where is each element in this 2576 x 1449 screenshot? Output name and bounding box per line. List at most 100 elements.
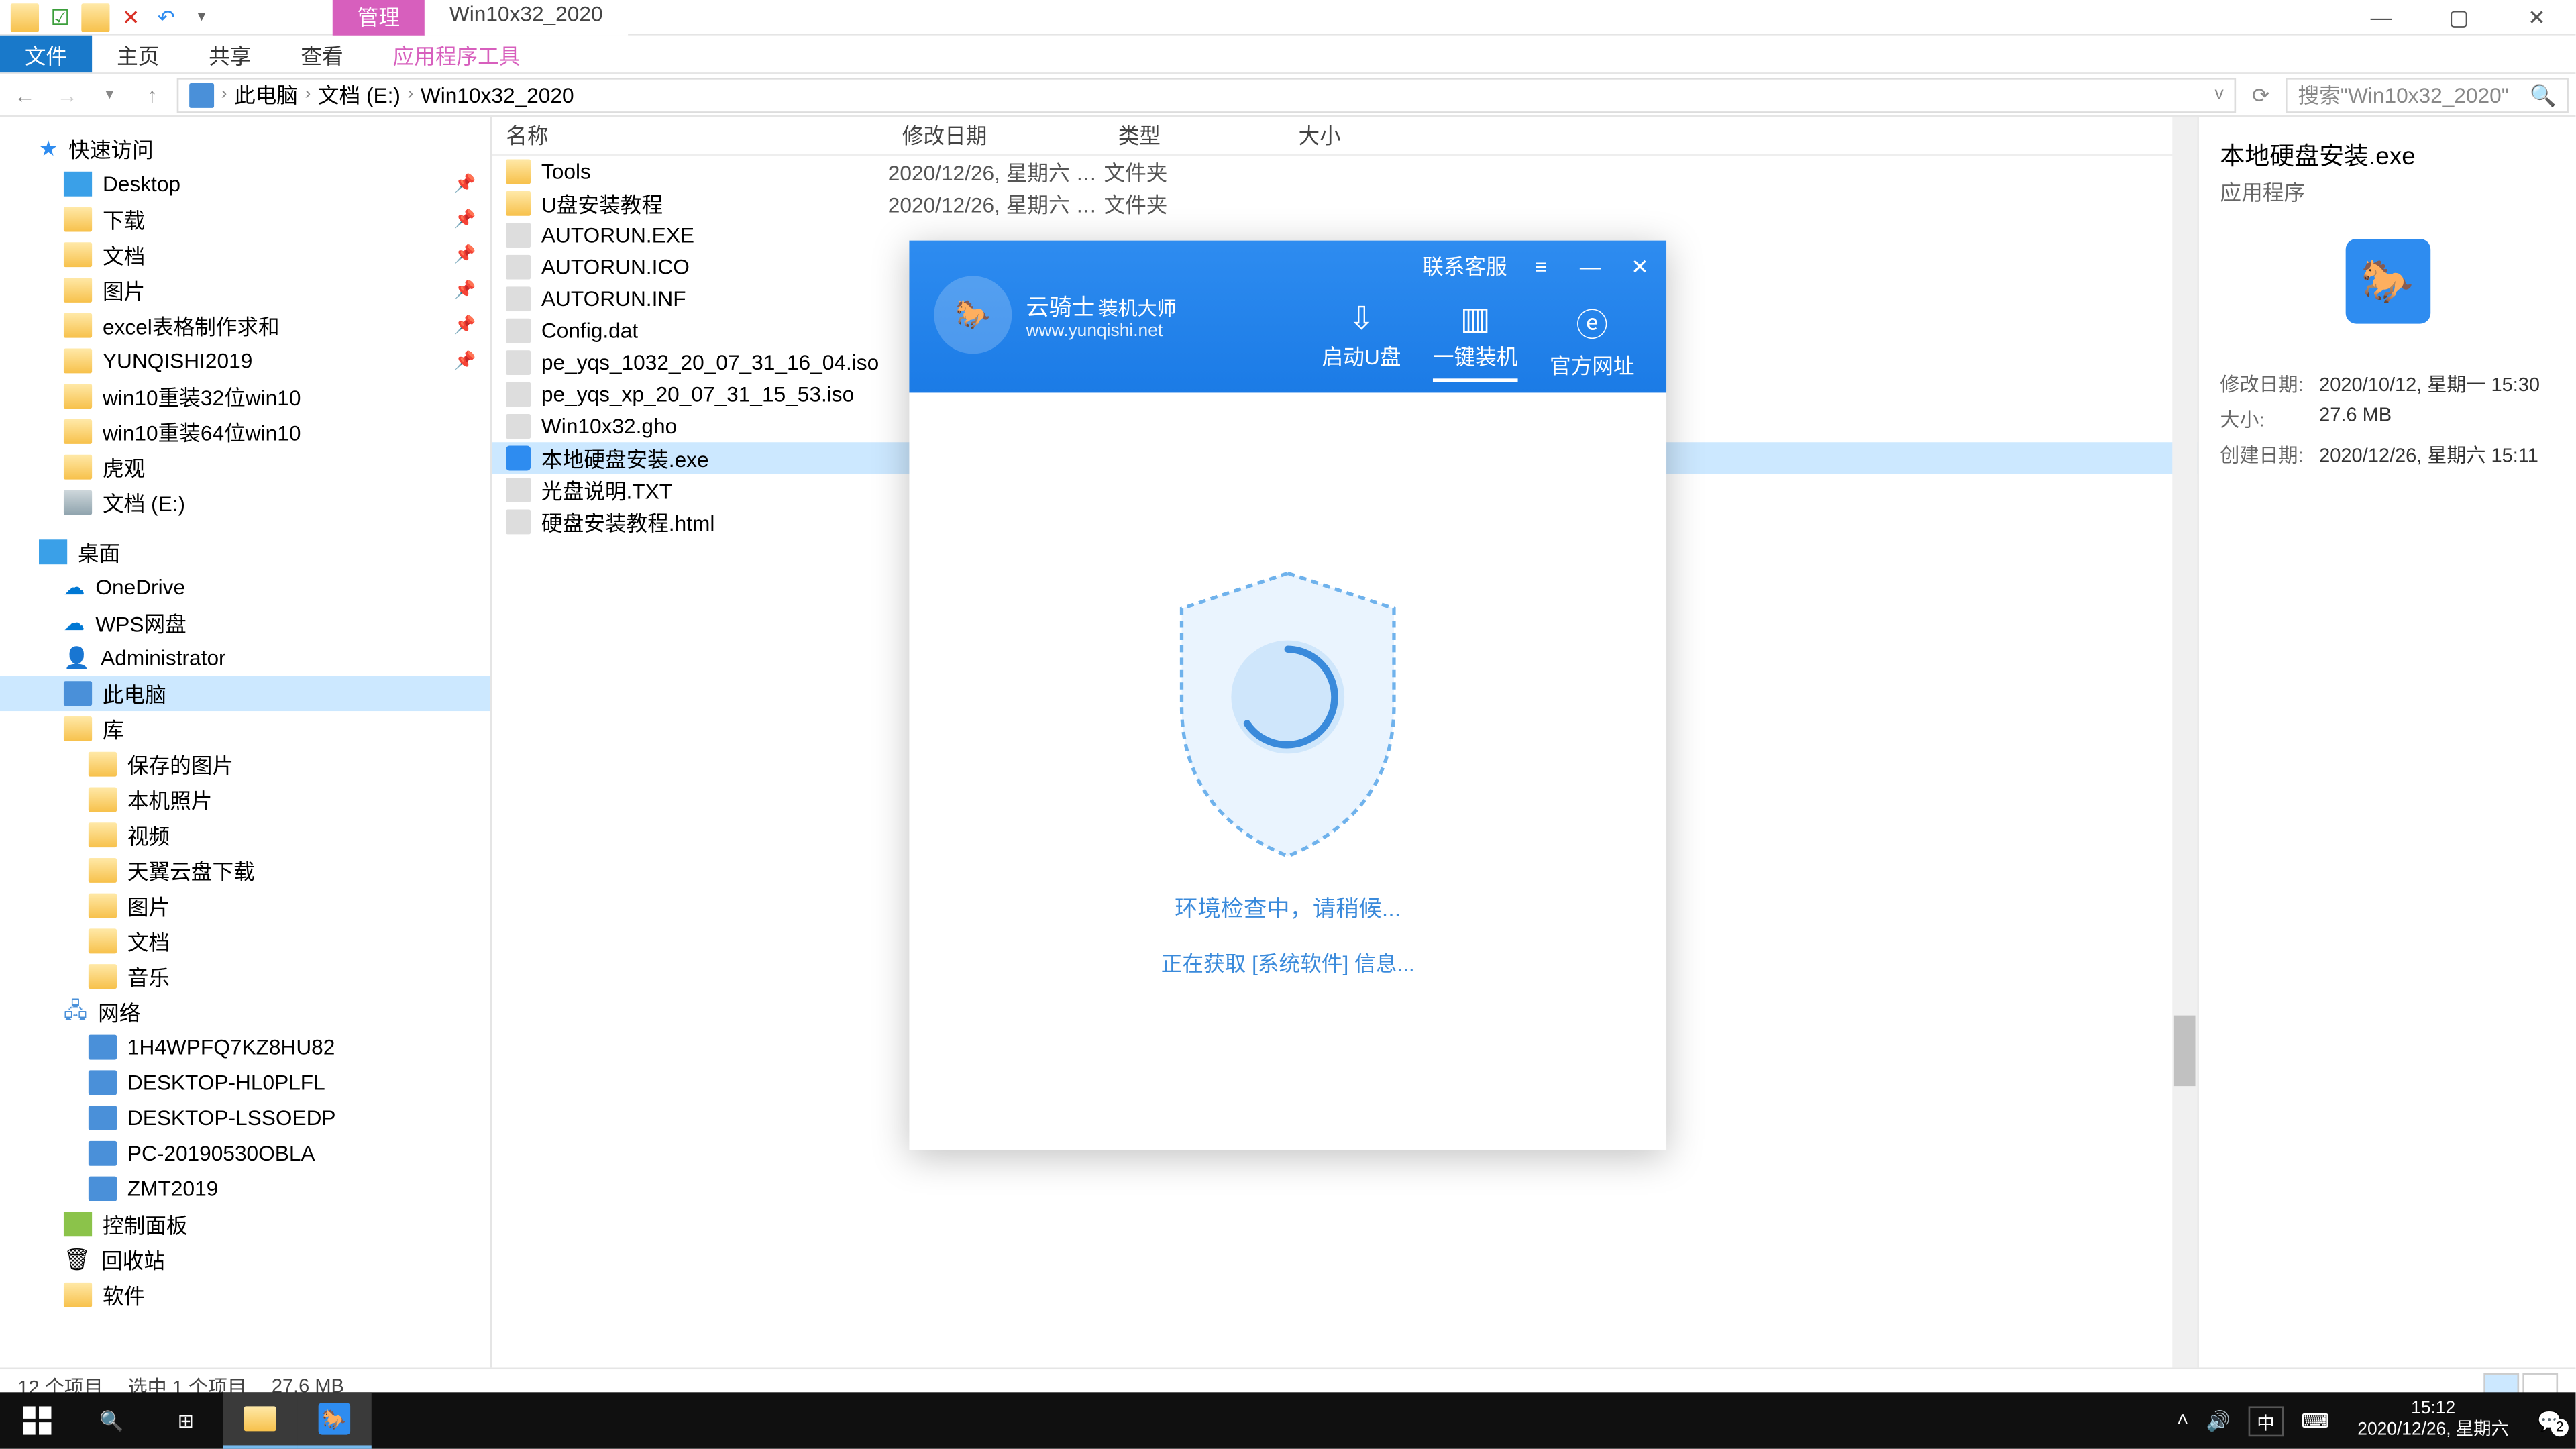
tray-keyboard-icon[interactable]: ⌨ xyxy=(2301,1409,2329,1432)
scrollbar-vertical[interactable] xyxy=(2172,117,2197,1367)
popup-contact-link[interactable]: 联系客服 xyxy=(1422,251,1507,281)
tray-clock[interactable]: 15:12 2020/12/26, 星期六 xyxy=(2347,1399,2519,1442)
window-controls: — ▢ ✕ xyxy=(2342,0,2575,34)
nav-library[interactable]: 库 xyxy=(0,711,490,747)
prop-key: 创建日期: xyxy=(2220,441,2319,469)
nav-quick-access[interactable]: ★快速访问 xyxy=(0,131,490,166)
manage-tab[interactable]: 管理 xyxy=(333,0,425,36)
popup-tab-usb[interactable]: ⇩启动U盘 xyxy=(1322,301,1401,382)
nav-huguan[interactable]: 虎观 xyxy=(0,449,490,485)
pin-icon: 📌 xyxy=(454,351,476,370)
file-type: 文件夹 xyxy=(1104,189,1284,219)
nav-desktop[interactable]: Desktop📌 xyxy=(0,166,490,202)
nav-wps[interactable]: ☁WPS网盘 xyxy=(0,605,490,641)
nav-this-pc[interactable]: 此电脑 xyxy=(0,676,490,711)
search-input[interactable]: 搜索"Win10x32_2020" 🔍 xyxy=(2286,77,2569,113)
details-pane: 本地硬盘安装.exe 应用程序 🐎 修改日期:2020/10/12, 星期一 1… xyxy=(2197,117,2575,1367)
nav-docs[interactable]: 文档 xyxy=(0,924,490,959)
nav-pics[interactable]: 图片 xyxy=(0,888,490,924)
pin-icon: 📌 xyxy=(454,174,476,194)
search-icon[interactable]: 🔍 xyxy=(2530,83,2556,107)
qat-folder-icon[interactable] xyxy=(81,3,109,31)
nav-onedrive[interactable]: ☁OneDrive xyxy=(0,570,490,605)
tray-chevron-icon[interactable]: ˄ xyxy=(2177,1410,2188,1432)
qat-undo-icon[interactable]: ↶ xyxy=(152,3,180,31)
breadcrumb-drive[interactable]: 文档 (E:) xyxy=(318,80,400,110)
qat-delete-icon[interactable]: ✕ xyxy=(117,3,145,31)
refresh-button[interactable]: ⟳ xyxy=(2243,83,2279,107)
taskview-button[interactable]: ⊞ xyxy=(149,1392,223,1448)
chevron-right-icon[interactable]: › xyxy=(305,85,311,105)
nav-desktop2[interactable]: 桌面 xyxy=(0,534,490,570)
nav-net-1[interactable]: 1H4WPFQ7KZ8HU82 xyxy=(0,1030,490,1065)
close-button[interactable]: ✕ xyxy=(2498,0,2575,34)
nav-pictures[interactable]: 图片📌 xyxy=(0,272,490,308)
nav-admin[interactable]: 👤Administrator xyxy=(0,641,490,676)
file-row[interactable]: U盘安装教程2020/12/26, 星期六 1...文件夹 xyxy=(492,188,2197,219)
nav-recent[interactable]: ▾ xyxy=(92,85,127,105)
taskbar-explorer[interactable] xyxy=(223,1392,297,1448)
nav-control-panel[interactable]: 控制面板 xyxy=(0,1206,490,1242)
breadcrumb-folder[interactable]: Win10x32_2020 xyxy=(421,83,574,107)
nav-downloads[interactable]: 下载📌 xyxy=(0,202,490,237)
ribbon-file[interactable]: 文件 xyxy=(0,36,92,72)
nav-net-3[interactable]: DESKTOP-LSSOEDP xyxy=(0,1100,490,1136)
breadcrumb-root[interactable]: 此电脑 xyxy=(234,80,298,110)
taskbar-installer[interactable]: 🐎 xyxy=(297,1392,372,1448)
nav-software[interactable]: 软件 xyxy=(0,1277,490,1313)
nav-tianyi[interactable]: 天翼云盘下载 xyxy=(0,853,490,888)
file-icon xyxy=(506,478,531,502)
popup-minimize-button[interactable]: — xyxy=(1574,254,1606,278)
nav-documents[interactable]: 文档📌 xyxy=(0,237,490,272)
breadcrumb-dropdown[interactable]: v xyxy=(2215,85,2224,105)
nav-local-pics[interactable]: 本机照片 xyxy=(0,782,490,818)
col-size[interactable]: 大小 xyxy=(1284,120,1426,150)
nav-excel[interactable]: excel表格制作求和📌 xyxy=(0,308,490,343)
nav-net-2[interactable]: DESKTOP-HL0PLFL xyxy=(0,1065,490,1100)
qat-checkbox-icon[interactable]: ☑ xyxy=(46,3,74,31)
nav-drive-e[interactable]: 文档 (E:) xyxy=(0,485,490,521)
ribbon-view[interactable]: 查看 xyxy=(276,36,368,72)
nav-music[interactable]: 音乐 xyxy=(0,959,490,994)
nav-back[interactable]: ← xyxy=(7,83,43,107)
nav-win10-64[interactable]: win10重装64位win10 xyxy=(0,414,490,449)
file-row[interactable]: Tools2020/12/26, 星期六 1...文件夹 xyxy=(492,156,2197,187)
scrollbar-thumb[interactable] xyxy=(2174,1016,2196,1086)
popup-tab-install[interactable]: ▥一键装机 xyxy=(1433,301,1518,382)
details-title: 本地硬盘安装.exe xyxy=(2220,138,2554,174)
col-name[interactable]: 名称 xyxy=(492,120,888,150)
chevron-right-icon[interactable]: › xyxy=(407,85,413,105)
nav-up[interactable]: ↑ xyxy=(134,83,170,107)
nav-video[interactable]: 视频 xyxy=(0,817,490,853)
col-type[interactable]: 类型 xyxy=(1104,120,1284,150)
minimize-button[interactable]: — xyxy=(2342,0,2420,34)
taskbar-search-button[interactable]: 🔍 xyxy=(74,1392,149,1448)
popup-menu-icon[interactable]: ≡ xyxy=(1525,254,1556,278)
tray-volume-icon[interactable]: 🔊 xyxy=(2206,1409,2231,1432)
maximize-button[interactable]: ▢ xyxy=(2420,0,2498,34)
shield-icon xyxy=(1155,564,1421,865)
tray-ime[interactable]: 中 xyxy=(2248,1405,2284,1436)
nav-net-5[interactable]: ZMT2019 xyxy=(0,1171,490,1207)
popup-tab-website[interactable]: ⓔ官方网址 xyxy=(1550,301,1635,382)
nav-network[interactable]: 🖧网络 xyxy=(0,994,490,1030)
ribbon-share[interactable]: 共享 xyxy=(184,36,276,72)
qat-dropdown-icon[interactable]: ▾ xyxy=(188,3,216,31)
nav-recycle[interactable]: 🗑回收站 xyxy=(0,1242,490,1277)
nav-saved-pics[interactable]: 保存的图片 xyxy=(0,747,490,782)
popup-logo-icon: 🐎 xyxy=(934,276,1012,354)
installer-popup: 联系客服 ≡ — ✕ 🐎 云骑士装机大师 www.yunqishi.net ⇩启… xyxy=(909,241,1666,1150)
nav-win10-32[interactable]: win10重装32位win10 xyxy=(0,378,490,414)
nav-forward[interactable]: → xyxy=(50,83,85,107)
nav-net-4[interactable]: PC-20190530OBLA xyxy=(0,1136,490,1171)
start-button[interactable] xyxy=(0,1392,74,1448)
file-name: Win10x32.gho xyxy=(541,414,677,439)
nav-yunqishi[interactable]: YUNQISHI2019📌 xyxy=(0,343,490,379)
col-date[interactable]: 修改日期 xyxy=(888,120,1104,150)
chevron-right-icon[interactable]: › xyxy=(221,85,227,105)
ribbon-app-tools[interactable]: 应用程序工具 xyxy=(368,36,545,72)
tray-notifications-icon[interactable]: 💬2 xyxy=(2537,1409,2561,1432)
popup-close-button[interactable]: ✕ xyxy=(1624,254,1656,278)
breadcrumb[interactable]: › 此电脑 › 文档 (E:) › Win10x32_2020 v xyxy=(177,77,2236,113)
ribbon-home[interactable]: 主页 xyxy=(92,36,184,72)
